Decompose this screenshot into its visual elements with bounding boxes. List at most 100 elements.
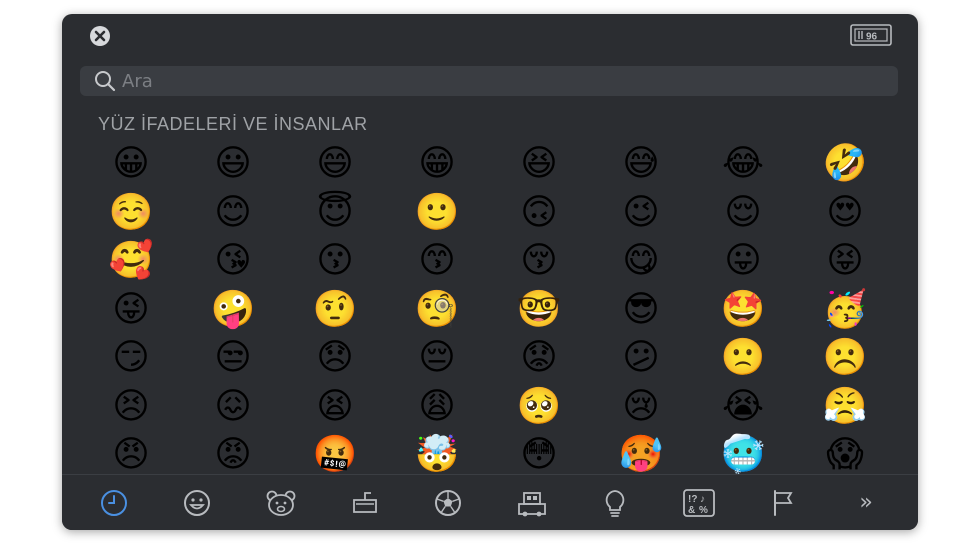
emoji-glyph: 😋 xyxy=(622,240,660,282)
emoji-cell[interactable]: 😂 xyxy=(692,140,794,189)
tab-symbols[interactable]: !? ♪ & % xyxy=(671,483,727,523)
emoji-cell[interactable]: 🤪 xyxy=(182,286,284,335)
emoji-cell[interactable]: 😳 xyxy=(488,431,590,480)
emoji-glyph: 🤯 xyxy=(414,434,460,476)
search-icon xyxy=(95,71,116,92)
emoji-cell[interactable]: 😠 xyxy=(80,431,182,480)
emoji-cell[interactable]: 🥰 xyxy=(80,237,182,286)
emoji-cell[interactable]: 😆 xyxy=(488,140,590,189)
emoji-cell[interactable]: 😁 xyxy=(386,140,488,189)
emoji-cell[interactable]: 😗 xyxy=(284,237,386,286)
emoji-grid: 😀 😃 😄 😁 😆 😅 😂 🤣 ☺️ 😊 😇 🙂 🙃 😉 😌 😍 🥰 😘 😗 😙 😚 😋 😛 😝 😜 🤪 🤨 🧐 🤓 😎 🤩 🥳 😏 😒 😞 😔 😟 😕 🙁… xyxy=(80,140,896,480)
emoji-cell[interactable]: 😀 xyxy=(80,140,182,189)
tab-travel[interactable] xyxy=(504,483,560,523)
emoji-cell[interactable]: 😞 xyxy=(284,334,386,383)
emoji-cell[interactable]: 😎 xyxy=(590,286,692,335)
emoji-glyph: 😢 xyxy=(622,385,660,427)
emoji-glyph: 🙁 xyxy=(720,337,766,379)
cup-icon xyxy=(352,491,377,513)
emoji-cell[interactable]: 😉 xyxy=(590,189,692,238)
emoji-cell[interactable]: 🙃 xyxy=(488,189,590,238)
emoji-cell[interactable]: 😙 xyxy=(386,237,488,286)
emoji-cell[interactable]: 😏 xyxy=(80,334,182,383)
emoji-cell[interactable]: 😚 xyxy=(488,237,590,286)
emoji-cell[interactable]: 🥳 xyxy=(794,286,896,335)
tab-recent[interactable] xyxy=(86,483,142,523)
emoji-glyph: 😁 xyxy=(418,143,456,185)
section-title: YÜZ İFADELERİ VE İNSANLAR xyxy=(98,114,368,134)
emoji-cell[interactable]: 😅 xyxy=(590,140,692,189)
tab-animals[interactable] xyxy=(253,483,309,523)
emoji-glyph: 🤓 xyxy=(516,288,562,330)
emoji-glyph: 😛 xyxy=(724,240,762,282)
close-button[interactable] xyxy=(82,24,118,48)
flag-icon xyxy=(773,489,793,516)
tab-activity[interactable] xyxy=(420,483,476,523)
emoji-cell[interactable]: 😡 xyxy=(182,431,284,480)
search-input[interactable] xyxy=(116,66,898,96)
clock-icon xyxy=(100,489,127,516)
close-icon xyxy=(90,26,110,46)
emoji-cell[interactable]: 🥶 xyxy=(692,431,794,480)
emoji-cell[interactable]: 😩 xyxy=(386,383,488,432)
emoji-glyph: 🧐 xyxy=(414,288,460,330)
emoji-cell[interactable]: 😫 xyxy=(284,383,386,432)
emoji-cell[interactable]: 🤨 xyxy=(284,286,386,335)
emoji-cell[interactable]: 😭 xyxy=(692,383,794,432)
svg-text:♪: ♪ xyxy=(700,494,705,505)
emoji-glyph: 😃 xyxy=(214,143,252,185)
emoji-cell[interactable]: 😤 xyxy=(794,383,896,432)
emoji-cell[interactable]: 😢 xyxy=(590,383,692,432)
emoji-glyph: 😇 xyxy=(316,191,354,233)
emoji-cell[interactable]: 😊 xyxy=(182,189,284,238)
emoji-cell[interactable]: 😟 xyxy=(488,334,590,383)
emoji-glyph: 😩 xyxy=(418,385,456,427)
emoji-cell[interactable]: 🙂 xyxy=(386,189,488,238)
emoji-cell[interactable]: 😱 xyxy=(794,431,896,480)
emoji-cell[interactable]: 🤓 xyxy=(488,286,590,335)
emoji-glyph: 🤬 xyxy=(312,434,358,476)
emoji-glyph: 😡 xyxy=(214,434,252,476)
emoji-glyph: 🤪 xyxy=(210,288,256,330)
emoji-cell[interactable]: 😜 xyxy=(80,286,182,335)
emoji-cell[interactable]: 😇 xyxy=(284,189,386,238)
emoji-cell[interactable]: 😕 xyxy=(590,334,692,383)
emoji-cell[interactable]: 😣 xyxy=(80,383,182,432)
emoji-cell[interactable]: 😌 xyxy=(692,189,794,238)
emoji-cell[interactable]: 😖 xyxy=(182,383,284,432)
emoji-cell[interactable]: ☹️ xyxy=(794,334,896,383)
emoji-cell[interactable]: 😍 xyxy=(794,189,896,238)
emoji-glyph: 😖 xyxy=(214,385,252,427)
more-categories-button[interactable]: » xyxy=(838,483,894,523)
emoji-glyph: 🤩 xyxy=(720,288,766,330)
tab-smileys[interactable] xyxy=(169,483,225,523)
emoji-cell[interactable]: ☺️ xyxy=(80,189,182,238)
emoji-cell[interactable]: 😃 xyxy=(182,140,284,189)
emoji-cell[interactable]: 😔 xyxy=(386,334,488,383)
emoji-cell[interactable]: 🤯 xyxy=(386,431,488,480)
smiley-icon xyxy=(184,489,211,516)
emoji-cell[interactable]: 😝 xyxy=(794,237,896,286)
emoji-cell[interactable]: 🤩 xyxy=(692,286,794,335)
character-viewer-button[interactable]: 96 xyxy=(848,22,894,48)
emoji-glyph: 😳 xyxy=(520,434,558,476)
emoji-cell[interactable]: 🧐 xyxy=(386,286,488,335)
emoji-glyph: 😆 xyxy=(520,143,558,185)
emoji-cell[interactable]: 😘 xyxy=(182,237,284,286)
emoji-cell[interactable]: 🥵 xyxy=(590,431,692,480)
tab-food[interactable] xyxy=(337,483,393,523)
emoji-cell[interactable]: 😄 xyxy=(284,140,386,189)
emoji-cell[interactable]: 🤬 xyxy=(284,431,386,480)
search-bar[interactable] xyxy=(80,66,898,96)
emoji-cell[interactable]: 🤣 xyxy=(794,140,896,189)
emoji-cell[interactable]: 😛 xyxy=(692,237,794,286)
emoji-glyph: ☺️ xyxy=(108,191,154,233)
emoji-glyph: 😏 xyxy=(112,337,150,379)
tab-objects[interactable] xyxy=(587,483,643,523)
emoji-cell[interactable]: 😋 xyxy=(590,237,692,286)
emoji-cell[interactable]: 🥺 xyxy=(488,383,590,432)
emoji-glyph: 😄 xyxy=(316,143,354,185)
emoji-cell[interactable]: 🙁 xyxy=(692,334,794,383)
tab-flags[interactable] xyxy=(755,483,811,523)
emoji-cell[interactable]: 😒 xyxy=(182,334,284,383)
